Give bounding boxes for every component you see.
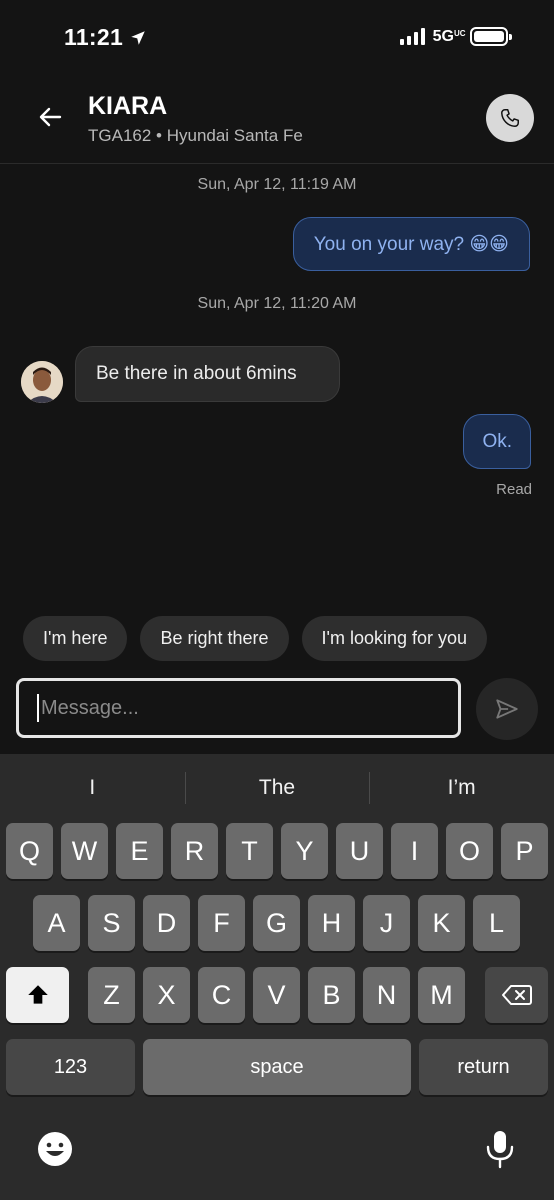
chat-header: KIARA TGA162 • Hyundai Santa Fe xyxy=(0,72,554,164)
send-button[interactable] xyxy=(476,678,538,740)
message-input[interactable] xyxy=(41,696,421,720)
key-d[interactable]: D xyxy=(143,895,190,951)
key-i[interactable]: I xyxy=(391,823,438,879)
key-c[interactable]: C xyxy=(198,967,245,1023)
key-q[interactable]: Q xyxy=(6,823,53,879)
message-input-container[interactable] xyxy=(16,678,461,738)
location-arrow-icon xyxy=(131,30,145,45)
key-l[interactable]: L xyxy=(473,895,520,951)
key-w[interactable]: W xyxy=(61,823,108,879)
keyboard: I The I’m Q W E R T Y U I O P A S D F G … xyxy=(0,754,554,1200)
driver-photo-icon xyxy=(21,361,63,403)
key-u[interactable]: U xyxy=(336,823,383,879)
suggestion-item[interactable]: I xyxy=(0,764,185,812)
vehicle-info: TGA162 • Hyundai Santa Fe xyxy=(88,126,303,145)
backspace-icon xyxy=(501,985,532,1005)
space-key[interactable]: space xyxy=(143,1039,411,1095)
send-icon xyxy=(496,699,518,719)
key-o[interactable]: O xyxy=(446,823,493,879)
key-m[interactable]: M xyxy=(418,967,465,1023)
key-n[interactable]: N xyxy=(363,967,410,1023)
return-key[interactable]: return xyxy=(419,1039,548,1095)
key-e[interactable]: E xyxy=(116,823,163,879)
key-j[interactable]: J xyxy=(363,895,410,951)
message-timestamp: Sun, Apr 12, 11:20 AM xyxy=(197,295,357,312)
key-t[interactable]: T xyxy=(226,823,273,879)
contact-name: KIARA xyxy=(88,92,168,120)
key-p[interactable]: P xyxy=(501,823,548,879)
key-x[interactable]: X xyxy=(143,967,190,1023)
status-indicators: 5GUC xyxy=(399,27,512,46)
emoji-icon xyxy=(38,1132,72,1166)
outgoing-message-bubble[interactable]: You on your way? 😁😁 xyxy=(292,217,530,271)
cellular-signal-icon xyxy=(399,28,425,45)
message-timestamp: Sun, Apr 12, 11:19 AM xyxy=(197,176,357,193)
key-z[interactable]: Z xyxy=(88,967,135,1023)
key-h[interactable]: H xyxy=(308,895,355,951)
quick-reply-chip[interactable]: I'm looking for you xyxy=(301,616,488,661)
suggestion-item[interactable]: The xyxy=(184,764,370,812)
text-cursor xyxy=(37,694,39,722)
dictation-button[interactable] xyxy=(480,1128,520,1169)
microphone-icon xyxy=(486,1131,514,1169)
incoming-message-bubble[interactable]: Be there in about 6mins xyxy=(75,346,340,402)
battery-icon xyxy=(470,27,512,46)
quick-reply-chip[interactable]: I'm here xyxy=(23,616,128,661)
back-button[interactable] xyxy=(36,102,66,132)
predictive-text-bar: I The I’m xyxy=(0,764,554,812)
delete-key[interactable] xyxy=(485,967,548,1023)
numbers-key[interactable]: 123 xyxy=(6,1039,135,1095)
quick-reply-chip[interactable]: Be right there xyxy=(140,616,289,661)
arrow-left-icon xyxy=(39,107,62,127)
key-k[interactable]: K xyxy=(418,895,465,951)
network-type: 5GUC xyxy=(432,27,466,45)
quick-replies: I'm here Be right there I'm looking for … xyxy=(23,616,488,661)
outgoing-message-bubble[interactable]: Ok. xyxy=(463,414,531,469)
key-f[interactable]: F xyxy=(198,895,245,951)
status-time: 11:21 xyxy=(64,24,124,50)
key-b[interactable]: B xyxy=(308,967,355,1023)
key-s[interactable]: S xyxy=(88,895,135,951)
status-time-group: 11:21 xyxy=(64,24,147,51)
emoji-button[interactable] xyxy=(36,1130,76,1170)
read-receipt: Read xyxy=(496,481,532,498)
key-v[interactable]: V xyxy=(253,967,300,1023)
phone-icon xyxy=(501,109,519,127)
key-y[interactable]: Y xyxy=(281,823,328,879)
key-g[interactable]: G xyxy=(253,895,300,951)
shift-arrow-icon xyxy=(27,985,48,1004)
key-a[interactable]: A xyxy=(33,895,80,951)
shift-key[interactable] xyxy=(6,967,69,1023)
status-bar: 11:21 5GUC xyxy=(0,0,554,72)
avatar[interactable] xyxy=(21,361,63,403)
suggestion-item[interactable]: I’m xyxy=(369,764,554,812)
key-r[interactable]: R xyxy=(171,823,218,879)
call-button[interactable] xyxy=(486,94,534,142)
